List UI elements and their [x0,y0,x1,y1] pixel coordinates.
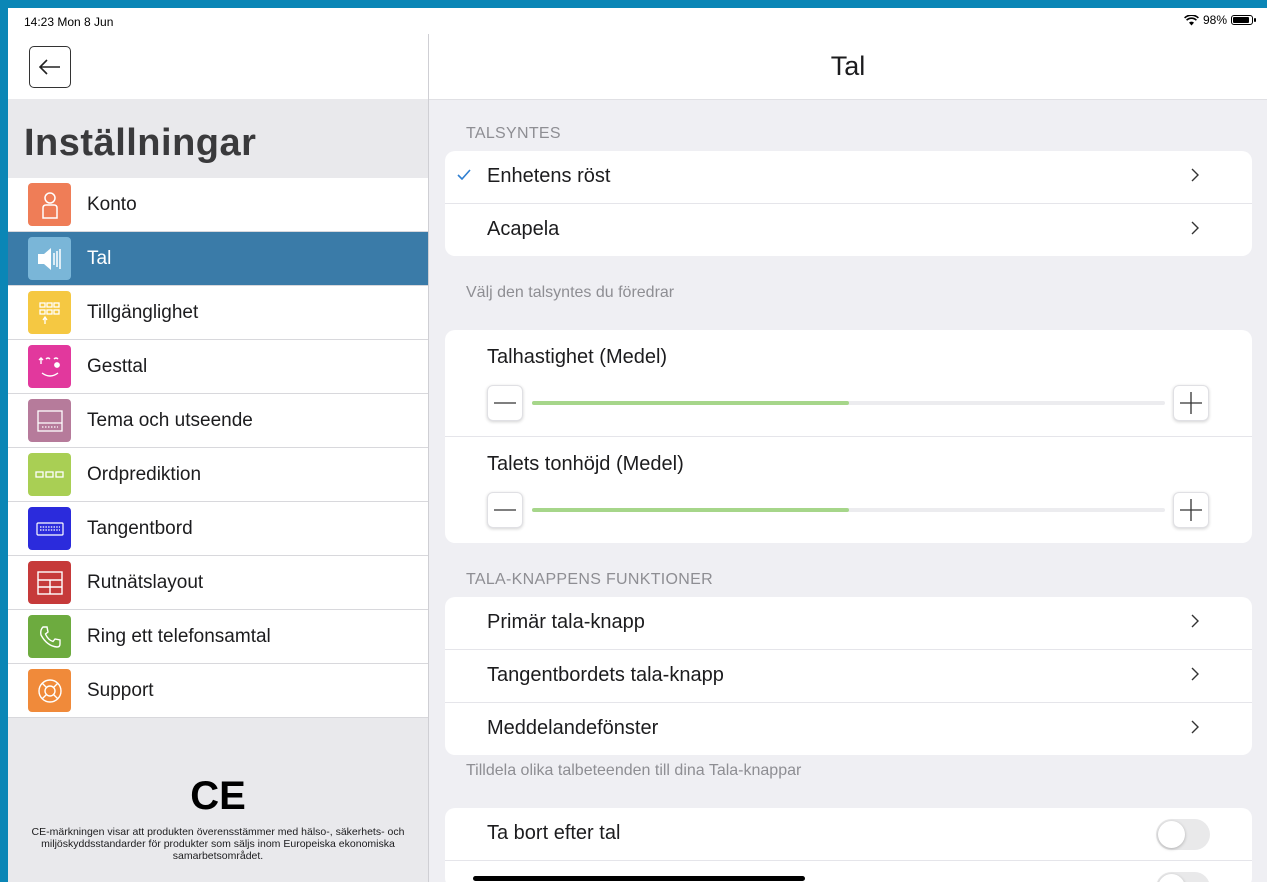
detail-header: Tal [429,34,1267,100]
chevron-right-icon [1191,221,1199,235]
toggle-knob [1158,874,1185,882]
decrease-rate-button[interactable] [487,385,523,421]
delete-after-speech-row: Ta bort efter tal [445,808,1252,861]
voice-option-enhetens-rost[interactable]: Enhetens röst [445,151,1252,204]
grid-touch-icon [28,291,71,334]
plus-icon [1180,499,1202,521]
sidebar-title: Inställningar [24,122,257,164]
plus-icon [1180,392,1202,414]
sidebar-item-konto[interactable]: Konto [8,178,428,232]
face-gesture-icon [28,345,71,388]
row-label: Tangentbordets tala-knapp [487,664,724,686]
option-label: Enhetens röst [487,165,611,187]
speech-rate-setting: Talhastighet (Medel) [445,330,1252,437]
message-window-row[interactable]: Meddelandefönster [445,703,1252,755]
sidebar-item-label: Tema och utseende [87,409,253,431]
talsyntes-footnote: Välj den talsyntes du föredrar [466,284,675,301]
sidebar-item-gesttal[interactable]: Gesttal [8,340,428,394]
sidebar-item-ordprediktion[interactable]: Ordprediktion [8,448,428,502]
sidebar-item-label: Rutnätslayout [87,571,204,593]
sidebar-item-ring[interactable]: Ring ett telefonsamtal [8,610,428,664]
wifi-icon [1184,14,1199,25]
minus-icon [494,402,516,404]
person-icon [28,183,71,226]
sidebar-item-label: Tal [87,247,112,269]
section-header-talsyntes: TALSYNTES [466,125,561,142]
slider-card: Talhastighet (Medel) Talets tonhöjd (Med… [445,330,1252,543]
status-time: 14:23 Mon 8 Jun [24,15,114,29]
ipad-screen: 14:23 Mon 8 Jun 98% Inställningar Konto … [8,8,1267,882]
sidebar-item-label: Support [87,679,154,701]
sidebar-item-label: Ordprediktion [87,463,202,485]
section-header-tala-knappens: TALA-KNAPPENS FUNKTIONER [466,571,713,588]
ce-logo: CE [190,774,246,818]
battery-icon [1231,15,1256,25]
status-right: 98% [1184,13,1256,27]
sidebar-item-tal[interactable]: Tal [8,232,428,286]
theme-icon [28,399,71,442]
voice-option-acapela[interactable]: Acapela [445,204,1252,256]
speaker-icon [28,237,71,280]
prediction-icon [28,453,71,496]
settings-detail: Tal TALSYNTES Enhetens röst Acapela Välj… [429,34,1267,882]
home-indicator [473,876,805,881]
slider-fill [532,401,849,405]
settings-sidebar: Inställningar Konto Tal Tillgänglighet G… [8,34,429,882]
sidebar-item-tillganglighet[interactable]: Tillgänglighet [8,286,428,340]
talsyntes-card: Enhetens röst Acapela [445,151,1252,256]
sidebar-item-tangentbord[interactable]: Tangentbord [8,502,428,556]
back-button[interactable] [29,46,71,88]
chevron-right-icon [1191,168,1199,182]
toggle-knob [1158,821,1185,848]
slider-fill [532,508,849,512]
tala-knappens-card: Primär tala-knapp Tangentbordets tala-kn… [445,597,1252,755]
keyboard-icon [28,507,71,550]
minus-icon [494,509,516,511]
slider-label: Talhastighet (Medel) [487,346,668,368]
grid-layout-icon [28,561,71,604]
chevron-right-icon [1191,720,1199,734]
speech-pitch-setting: Talets tonhöjd (Medel) [445,437,1252,543]
increase-pitch-button[interactable] [1173,492,1209,528]
sidebar-item-tema[interactable]: Tema och utseende [8,394,428,448]
row-label: Meddelandefönster [487,717,659,739]
ce-disclaimer: CE-märkningen visar att produkten överen… [31,826,405,862]
speech-pitch-slider[interactable] [532,508,1165,512]
increase-rate-button[interactable] [1173,385,1209,421]
option-label: Acapela [487,218,560,240]
sidebar-header [8,34,428,99]
settings-menu: Konto Tal Tillgänglighet Gesttal Tema oc… [8,178,428,718]
sidebar-item-label: Gesttal [87,355,148,377]
chevron-right-icon [1191,614,1199,628]
speech-rate-slider[interactable] [532,401,1165,405]
slider-label: Talets tonhöjd (Medel) [487,453,684,475]
chevron-right-icon [1191,667,1199,681]
arrow-left-icon [39,59,60,75]
sidebar-item-rutnatslayout[interactable]: Rutnätslayout [8,556,428,610]
phone-icon [28,615,71,658]
row-label: Primär tala-knapp [487,611,645,633]
lifebuoy-icon [28,669,71,712]
decrease-pitch-button[interactable] [487,492,523,528]
battery-percent: 98% [1202,13,1227,27]
checkmark-icon [457,169,471,180]
next-toggle[interactable] [1156,872,1210,882]
primary-speak-button-row[interactable]: Primär tala-knapp [445,597,1252,650]
sidebar-item-support[interactable]: Support [8,664,428,718]
row-label: Ta bort efter tal [487,822,621,844]
sidebar-item-label: Ring ett telefonsamtal [87,625,271,647]
keyboard-speak-button-row[interactable]: Tangentbordets tala-knapp [445,650,1252,703]
sidebar-item-label: Konto [87,193,137,215]
status-bar: 14:23 Mon 8 Jun 98% [8,8,1267,34]
sidebar-item-label: Tillgänglighet [87,301,199,323]
sidebar-item-label: Tangentbord [87,517,193,539]
toggle-card: Ta bort efter tal [445,808,1252,882]
page-title: Tal [830,51,866,81]
tala-knappens-footnote: Tilldela olika talbeteenden till dina Ta… [466,762,802,779]
delete-after-speech-toggle[interactable] [1156,819,1210,850]
